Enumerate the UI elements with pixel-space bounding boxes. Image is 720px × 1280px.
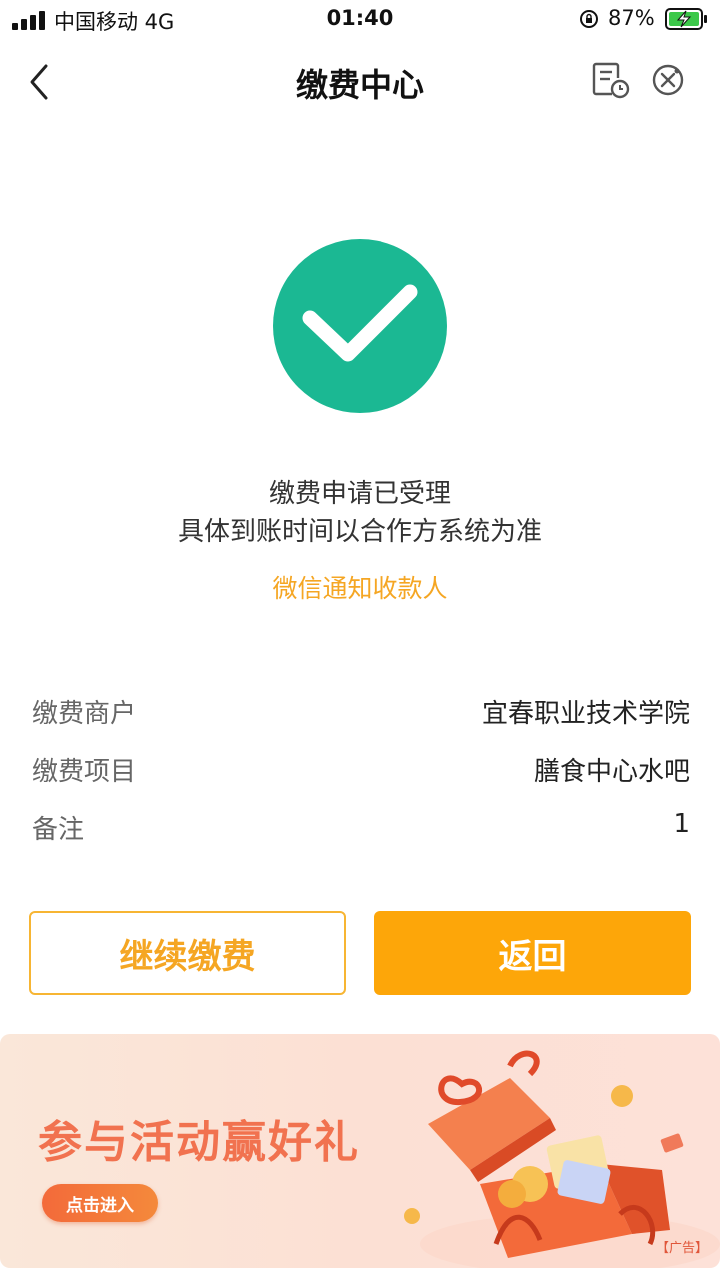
detail-value: 1 — [673, 809, 690, 839]
gift-box-illustration — [404, 1050, 720, 1268]
continue-payment-button[interactable]: 继续缴费 — [29, 911, 346, 995]
check-circle-icon — [273, 239, 447, 413]
detail-label: 缴费项目 — [32, 757, 137, 787]
notify-payee-link[interactable]: 微信通知收款人 — [0, 569, 720, 605]
battery-charging-icon — [665, 8, 707, 30]
status-bar: 中国移动 4G 01:40 87% — [0, 0, 720, 40]
banner-enter-button[interactable]: 点击进入 — [42, 1184, 158, 1222]
detail-row-item: 缴费项目 膳食中心水吧 — [32, 751, 690, 791]
rotation-lock-icon — [580, 10, 598, 28]
detail-row-merchant: 缴费商户 宜春职业技术学院 — [32, 693, 690, 733]
payment-record-icon[interactable] — [590, 60, 630, 100]
detail-row-remark: 备注 1 — [32, 809, 690, 849]
return-button[interactable]: 返回 — [374, 911, 691, 995]
nav-bar: 缴费中心 — [0, 40, 720, 124]
result-message-title: 缴费申请已受理 — [268, 479, 451, 509]
detail-label: 备注 — [32, 815, 85, 845]
detail-value: 膳食中心水吧 — [533, 757, 690, 787]
banner-title: 参与活动赢好礼 — [38, 1117, 360, 1168]
result-message-subtitle: 具体到账时间以合作方系统为准 — [177, 517, 542, 547]
detail-value: 宜春职业技术学院 — [481, 699, 690, 729]
ad-label: 【广告】 — [655, 1241, 708, 1256]
battery-percent: 87% — [608, 6, 655, 30]
detail-label: 缴费商户 — [32, 699, 137, 729]
promo-banner[interactable]: 参与活动赢好礼 点击进入 【广告】 — [0, 1034, 720, 1268]
close-icon[interactable] — [650, 62, 686, 98]
